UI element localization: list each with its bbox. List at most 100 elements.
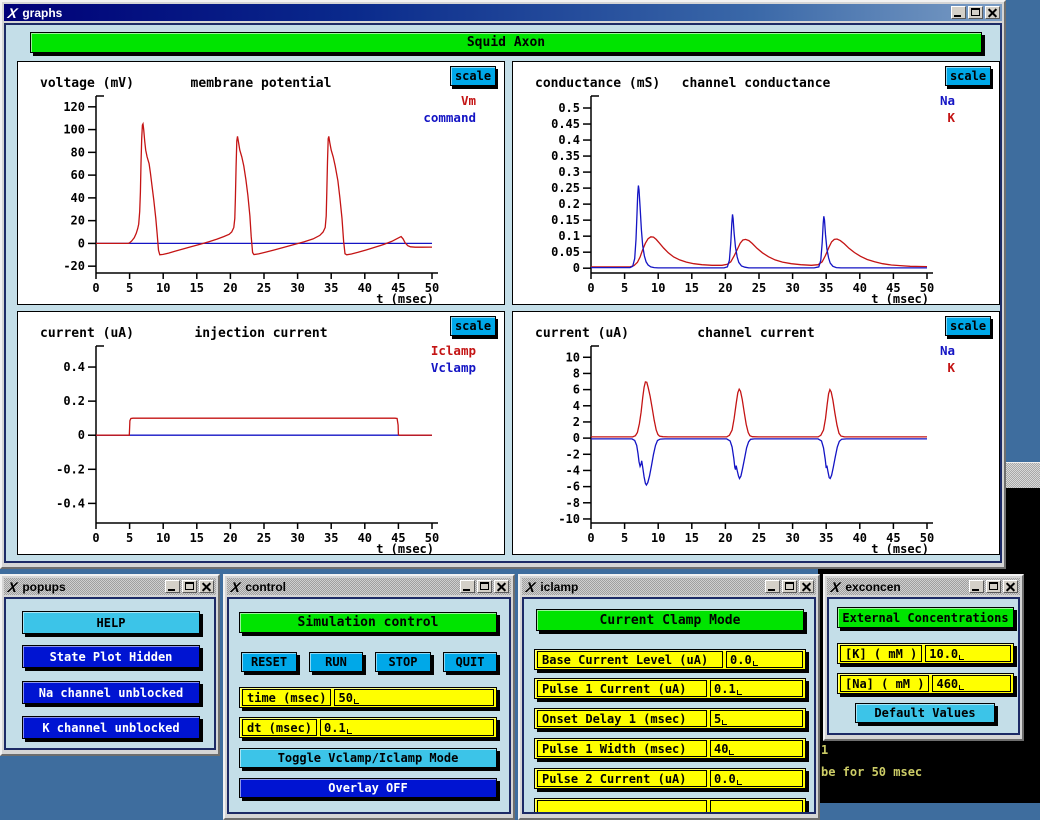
svg-text:0: 0 — [78, 428, 85, 442]
svg-text:25: 25 — [257, 281, 271, 295]
k-concentration-input[interactable]: 10.0 — [925, 645, 1011, 662]
pulse2-current-field: Pulse 2 Current (uA) 0.0 — [534, 768, 806, 789]
legend-entry: Na — [940, 92, 955, 109]
svg-text:0: 0 — [92, 281, 99, 295]
minimize-icon[interactable] — [951, 6, 966, 19]
field-label: [K] ( mM ) — [840, 645, 922, 662]
svg-text:-4: -4 — [566, 463, 580, 477]
clipped-input[interactable] — [710, 800, 803, 814]
legend: Na K — [940, 92, 955, 126]
run-button[interactable]: RUN — [309, 652, 363, 672]
toggle-clamp-mode-button[interactable]: Toggle Vclamp/Iclamp Mode — [239, 748, 497, 768]
maximize-icon[interactable] — [986, 580, 1001, 593]
close-icon[interactable] — [199, 580, 214, 593]
svg-text:120: 120 — [63, 100, 85, 114]
terminal-window-edge — [1006, 462, 1040, 488]
titlebar-graphs[interactable]: X graphs — [4, 4, 1002, 21]
overlay-button[interactable]: Overlay OFF — [239, 778, 497, 798]
pulse2-current-input[interactable]: 0.0 — [710, 770, 803, 787]
minimize-icon[interactable] — [165, 580, 180, 593]
svg-text:0.2: 0.2 — [558, 197, 580, 211]
graph-title: membrane potential — [18, 76, 504, 91]
legend: Na K — [940, 342, 955, 376]
close-icon[interactable] — [494, 580, 509, 593]
scale-button[interactable]: scale — [450, 66, 496, 86]
graphs-app-area: Squid Axon 120100806040200-2005101520253… — [4, 23, 1002, 563]
svg-text:0.4: 0.4 — [63, 360, 85, 374]
text-cursor-icon — [347, 729, 352, 734]
svg-text:0: 0 — [587, 531, 594, 545]
quit-button[interactable]: QUIT — [443, 652, 497, 672]
svg-text:10: 10 — [651, 531, 665, 545]
state-plot-button[interactable]: State Plot Hidden — [22, 645, 200, 668]
text-cursor-icon — [959, 685, 964, 690]
stop-button[interactable]: STOP — [375, 652, 431, 672]
window-popups: X popups HELP State Plot Hidden Na chann… — [0, 574, 220, 756]
maximize-icon[interactable] — [968, 6, 983, 19]
base-current-input[interactable]: 0.0 — [726, 651, 803, 668]
time-field: time (msec) 50 — [239, 687, 497, 708]
close-icon[interactable] — [799, 580, 814, 593]
default-values-button[interactable]: Default Values — [855, 703, 995, 723]
na-concentration-input[interactable]: 460 — [932, 675, 1011, 692]
titlebar-iclamp[interactable]: X iclamp — [522, 578, 816, 595]
terminal-line: 1 — [821, 743, 828, 757]
svg-text:10: 10 — [651, 281, 665, 295]
text-cursor-icon — [753, 661, 758, 666]
svg-text:35: 35 — [324, 281, 338, 295]
svg-text:20: 20 — [223, 531, 237, 545]
k-channel-block-button[interactable]: K channel unblocked — [22, 716, 200, 739]
pulse1-current-input[interactable]: 0.1 — [710, 680, 803, 697]
scale-button[interactable]: scale — [945, 316, 991, 336]
titlebar-exconcen[interactable]: X exconcen — [827, 578, 1020, 595]
svg-text:t (msec): t (msec) — [871, 292, 929, 304]
field-label: time (msec) — [242, 689, 331, 706]
minimize-icon[interactable] — [765, 580, 780, 593]
pulse1-current-field: Pulse 1 Current (uA) 0.1 — [534, 678, 806, 699]
svg-text:25: 25 — [752, 281, 766, 295]
svg-text:-8: -8 — [566, 496, 580, 510]
minimize-icon[interactable] — [460, 580, 475, 593]
titlebar-popups[interactable]: X popups — [4, 578, 216, 595]
pulse1-width-input[interactable]: 40 — [710, 740, 803, 757]
svg-text:5: 5 — [126, 281, 133, 295]
field-label: Base Current Level (uA) — [537, 651, 723, 668]
close-icon[interactable] — [985, 6, 1000, 19]
svg-text:0: 0 — [573, 431, 580, 445]
dt-input[interactable]: 0.1 — [320, 719, 494, 736]
na-channel-block-button[interactable]: Na channel unblocked — [22, 681, 200, 704]
minimize-icon[interactable] — [969, 580, 984, 593]
help-button[interactable]: HELP — [22, 611, 200, 634]
iclamp-app-area: Current Clamp Mode Base Current Level (u… — [522, 597, 816, 814]
simulation-control-banner: Simulation control — [239, 612, 497, 633]
svg-text:30: 30 — [785, 281, 799, 295]
window-iclamp: X iclamp Current Clamp Mode Base Current… — [518, 574, 820, 820]
svg-text:20: 20 — [718, 531, 732, 545]
scale-button[interactable]: scale — [945, 66, 991, 86]
svg-text:0: 0 — [587, 281, 594, 295]
maximize-icon[interactable] — [182, 580, 197, 593]
legend-entry: Iclamp — [431, 342, 476, 359]
x-window-logo-icon: X — [7, 5, 19, 21]
terminal-line: be for 50 msec — [821, 765, 922, 779]
svg-text:15: 15 — [190, 281, 204, 295]
titlebar-control[interactable]: X control — [227, 578, 511, 595]
dt-field: dt (msec) 0.1 — [239, 717, 497, 738]
legend-entry: Vclamp — [431, 359, 476, 376]
window-title: control — [245, 580, 456, 594]
svg-text:100: 100 — [63, 123, 85, 137]
svg-text:-0.2: -0.2 — [56, 462, 85, 476]
maximize-icon[interactable] — [477, 580, 492, 593]
onset-delay1-input[interactable]: 5 — [710, 710, 803, 727]
time-input[interactable]: 50 — [334, 689, 494, 706]
close-icon[interactable] — [1003, 580, 1018, 593]
scale-button[interactable]: scale — [450, 316, 496, 336]
legend-entry: K — [940, 359, 955, 376]
legend: Iclamp Vclamp — [431, 342, 476, 376]
chart-canvas: 0.50.450.40.350.30.250.20.150.10.0500510… — [513, 62, 999, 304]
svg-text:0.45: 0.45 — [551, 117, 580, 131]
svg-text:25: 25 — [257, 531, 271, 545]
reset-button[interactable]: RESET — [241, 652, 297, 672]
maximize-icon[interactable] — [782, 580, 797, 593]
svg-text:25: 25 — [752, 531, 766, 545]
